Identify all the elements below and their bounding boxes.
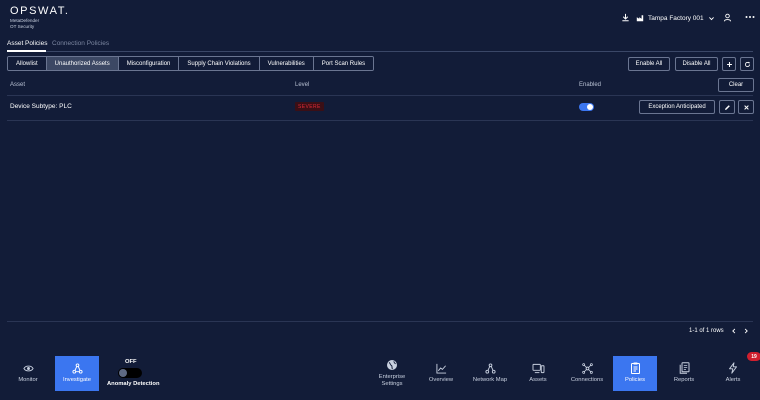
site-selector[interactable]: Tampa Factory 001 [636,12,715,24]
nav-connections[interactable]: Connections [565,356,609,391]
user-icon[interactable] [721,11,733,23]
nav-investigate[interactable]: Investigate [55,356,99,391]
nav-connections-label: Connections [570,376,604,383]
segment-vulnerabilities[interactable]: Vulnerabilities [259,57,314,70]
nav-policies[interactable]: Policies [613,356,657,391]
disable-all-button[interactable]: Disable All [675,57,718,71]
site-name: Tampa Factory 001 [648,14,704,22]
anomaly-detection-toggle[interactable] [118,368,142,378]
logo-product-line: MetaDefender [10,18,40,23]
alerts-count-badge: 19 [747,352,760,361]
nav-alerts[interactable]: Alerts [711,356,755,391]
refresh-button[interactable] [740,57,754,71]
tabs-divider [7,51,753,52]
bolt-icon [728,362,738,375]
nav-enterprise-settings[interactable]: Enterprise Settings [370,356,414,391]
nav-assets-label: Assets [529,376,547,383]
exception-anticipated-button[interactable]: Exception Anticipated [639,100,715,114]
nav-reports-label: Reports [673,377,695,384]
nav-reports[interactable]: Reports [662,356,706,391]
anomaly-detection-label: Anomaly Detection [107,381,160,387]
pagination-divider [7,321,753,322]
anomaly-detection-state: OFF [125,359,137,365]
nav-network-map[interactable]: Network Map [468,356,512,391]
download-icon[interactable] [619,11,631,23]
line-chart-icon [435,363,447,374]
eye-icon [22,363,34,374]
devices-icon [532,363,545,374]
pencil-icon [724,104,731,111]
tab-connection-policies[interactable]: Connection Policies [52,40,109,47]
enabled-toggle[interactable] [579,103,594,111]
column-header-asset: Asset [10,82,26,88]
app-header: OPSWAT. MetaDefender OT Security Tampa F… [0,0,760,34]
edit-button[interactable] [719,100,735,114]
nav-overview[interactable]: Overview [419,356,463,391]
close-icon [743,104,750,111]
chevron-down-icon [708,15,715,22]
nav-alerts-label: Alerts [725,377,741,384]
opswat-logo[interactable]: OPSWAT. MetaDefender OT Security [10,6,69,30]
delete-button[interactable] [738,100,754,114]
toggle-knob [587,104,593,110]
next-page-button[interactable] [742,327,750,335]
nav-investigate-label: Investigate [62,376,92,383]
factory-icon [636,14,644,22]
segment-unauthorized-assets[interactable]: Unauthorized Assets [46,57,119,70]
segment-misconfiguration[interactable]: Misconfiguration [118,57,180,70]
network-map-icon [484,363,496,374]
column-header-enabled: Enabled [579,82,602,88]
enable-all-button[interactable]: Enable All [628,57,670,71]
policy-type-segments: Allowlist Unauthorized Assets Misconfigu… [7,56,375,71]
column-header-level: Level [295,82,310,88]
clear-button[interactable]: Clear [718,78,754,92]
previous-page-button[interactable] [730,327,738,335]
nav-overview-label: Overview [428,376,454,383]
network-nodes-icon [71,363,83,374]
active-tab-indicator [7,50,46,52]
segment-port-scan-rules[interactable]: Port Scan Rules [313,57,374,70]
nav-monitor-label: Monitor [18,376,38,383]
tab-asset-policies[interactable]: Asset Policies [7,40,47,47]
logo-wordmark: OPSWAT. [10,5,70,17]
asset-cell: Device Subtype: PLC [10,103,72,110]
add-policy-button[interactable] [722,57,736,71]
pagination-summary: 1-1 of 1 rows [689,328,724,334]
more-icon[interactable] [744,11,756,23]
row-divider [7,120,753,121]
nav-monitor[interactable]: Monitor [6,356,50,391]
globe-icon [386,359,398,371]
nav-network-map-label: Network Map [472,376,508,383]
reports-icon [679,362,690,375]
table-header-divider [7,95,753,96]
nav-policies-label: Policies [625,377,645,384]
level-badge-severe: SEVERE [295,102,324,111]
segment-allowlist[interactable]: Allowlist [8,57,47,70]
clipboard-icon [630,362,641,375]
refresh-icon [744,61,751,68]
chevron-right-icon [743,328,749,334]
plus-icon [726,61,733,68]
segment-supply-chain-violations[interactable]: Supply Chain Violations [179,57,260,70]
connections-icon [581,363,593,374]
bottom-navigation: Monitor Investigate Enterprise Settings … [0,347,760,400]
anomaly-toggle-knob [119,369,127,377]
logo-product-sub: OT Security [10,24,35,30]
chevron-left-icon [731,328,737,334]
nav-enterprise-settings-label: Enterprise Settings [378,373,406,387]
nav-assets[interactable]: Assets [516,356,560,391]
